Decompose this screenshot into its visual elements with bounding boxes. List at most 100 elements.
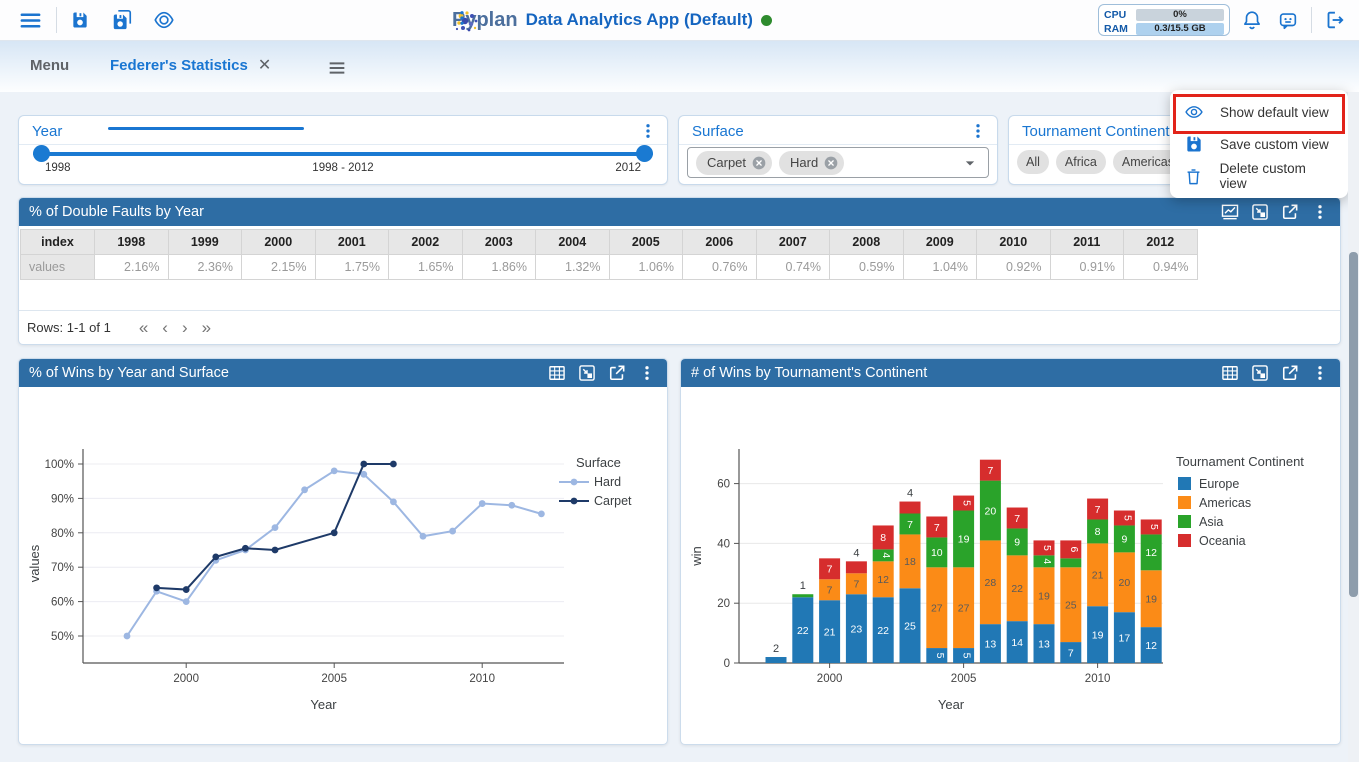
dock-icon[interactable] [576,363,597,384]
svg-text:1: 1 [800,580,806,592]
svg-text:21: 21 [1092,570,1104,582]
save-icon [1184,134,1204,154]
table-header-year: 2004 [536,230,610,255]
svg-text:Oceania: Oceania [1199,534,1246,548]
svg-text:18: 18 [904,556,916,568]
svg-text:12: 12 [1145,547,1157,559]
year-slider-handle-max[interactable] [636,145,653,162]
table-header-year: 2011 [1050,230,1124,255]
table-header-year: 2006 [683,230,757,255]
svg-text:4: 4 [853,547,859,559]
external-link-icon[interactable] [606,363,627,384]
more-vertical-icon[interactable] [1309,363,1330,384]
assistant-icon[interactable] [1276,8,1300,32]
svg-text:14: 14 [1011,637,1023,649]
svg-text:40: 40 [717,538,730,550]
year-filter-menu-icon[interactable] [639,122,657,140]
dock-icon[interactable] [1249,202,1270,223]
svg-text:2000: 2000 [173,673,199,685]
table-cell-value: 0.76% [683,255,757,280]
menu-item-delete-custom-view[interactable]: Delete custom view [1170,160,1348,192]
logout-icon[interactable] [1322,8,1346,32]
double-faults-panel: % of Double Faults by Year index19981999… [18,197,1341,345]
menu-icon[interactable] [18,8,42,32]
panel-title: # of Wins by Tournament's Continent [691,365,1210,381]
resource-monitor: CPU 0% RAM 0.3/15.5 GB [1098,4,1230,36]
svg-text:13: 13 [985,638,997,650]
table-header-index: index [21,230,95,255]
app-bar: Pyplan Data Analytics App (Default) CPU … [0,0,1359,41]
trash-icon [1184,166,1204,186]
table-icon[interactable] [1219,363,1240,384]
first-page-icon[interactable]: « [139,319,148,336]
svg-text:Surface: Surface [576,455,621,470]
svg-text:25: 25 [904,620,916,632]
tab-federers-statistics[interactable]: Federer's Statistics ✕ [110,55,271,75]
continent-chip[interactable]: Africa [1056,150,1106,174]
scrollbar-thumb[interactable] [1349,252,1358,597]
table-header-year: 2005 [609,230,683,255]
save-icon[interactable] [68,8,92,32]
svg-text:20: 20 [985,505,997,517]
brand-area: Pyplan Data Analytics App (Default) [452,0,772,40]
tab-close-icon[interactable]: ✕ [258,55,271,75]
table-icon[interactable] [546,363,567,384]
svg-text:7: 7 [1068,647,1074,659]
surface-chip[interactable]: Hard [779,151,844,175]
chip-remove-icon[interactable] [823,155,839,171]
table-header-year: 1998 [95,230,169,255]
more-vertical-icon[interactable] [636,363,657,384]
chevron-down-icon[interactable] [960,153,980,173]
svg-text:7: 7 [827,564,833,576]
svg-text:Year: Year [938,697,965,712]
svg-text:20: 20 [1119,577,1131,589]
dock-icon[interactable] [1249,363,1270,384]
menu-item-label: Show default view [1220,105,1329,120]
menu-item-show-default-view[interactable]: Show default view [1170,96,1348,128]
table-cell-value: 0.59% [830,255,904,280]
continent-chip[interactable]: All [1017,150,1049,174]
svg-text:12: 12 [1145,640,1157,652]
chart-line-icon[interactable] [1219,202,1240,223]
svg-text:5: 5 [1041,545,1053,551]
notifications-icon[interactable] [1240,8,1264,32]
prev-page-icon[interactable]: ‹ [162,319,168,336]
table-cell-value: 1.32% [536,255,610,280]
svg-text:4: 4 [907,488,913,500]
year-max-label: 2012 [615,162,641,174]
table-cell-value: 1.65% [389,255,463,280]
app-more-icon[interactable] [452,8,472,28]
external-link-icon[interactable] [1279,202,1300,223]
surface-filter-menu-icon[interactable] [969,122,987,140]
wins-by-surface-chart: 50%60%70%80%90%100%200020052010Yearvalue… [19,359,668,745]
year-slider-handle-min[interactable] [33,145,50,162]
next-page-icon[interactable]: › [182,319,188,336]
svg-text:10: 10 [931,547,943,559]
svg-text:win: win [689,546,704,567]
table-cell-value: 0.91% [1050,255,1124,280]
menu-item-label: Delete custom view [1220,161,1334,191]
table-header-year: 2001 [315,230,389,255]
more-vertical-icon[interactable] [1309,202,1330,223]
save-all-icon[interactable] [110,8,134,32]
surface-chip[interactable]: Carpet [696,151,772,175]
chip-remove-icon[interactable] [751,155,767,171]
ram-label: RAM [1104,23,1136,35]
year-range-slider[interactable] [33,152,653,156]
svg-text:6: 6 [1068,546,1080,552]
show-views-icon[interactable] [152,8,176,32]
page-scrollbar[interactable] [1348,92,1359,762]
svg-text:22: 22 [877,625,889,637]
svg-text:50%: 50% [51,631,74,643]
tab-list-icon[interactable] [326,57,348,79]
table-header-year: 2010 [977,230,1051,255]
table-row-label: values [21,255,95,280]
external-link-icon[interactable] [1279,363,1300,384]
active-tab-underline [108,127,304,130]
menu-item-save-custom-view[interactable]: Save custom view [1170,128,1348,160]
last-page-icon[interactable]: » [202,319,211,336]
surface-select[interactable]: Carpet Hard [687,147,989,178]
year-filter-title: Year [32,123,639,140]
menu-button[interactable]: Menu [30,57,69,74]
svg-text:22: 22 [1011,583,1023,595]
